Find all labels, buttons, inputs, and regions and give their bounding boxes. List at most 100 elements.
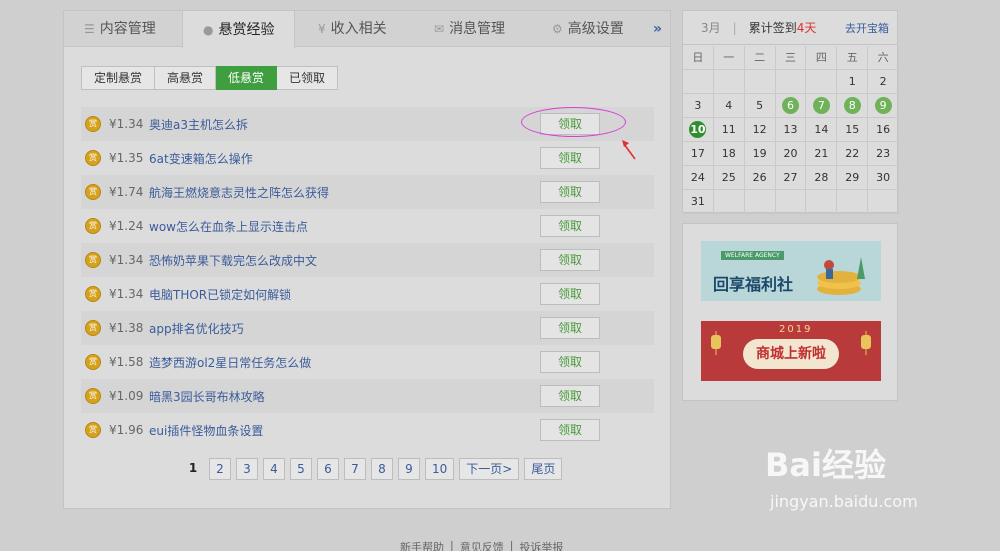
task-price: ¥1.58 — [109, 355, 144, 369]
claim-button[interactable]: 领取 — [540, 147, 600, 169]
calendar-day[interactable]: 3 — [683, 94, 714, 118]
calendar-week-row: 12 — [683, 70, 900, 94]
footer-divider: | — [509, 539, 514, 551]
calendar-day[interactable]: 4 — [713, 94, 745, 118]
page-3-button[interactable]: 3 — [236, 458, 258, 480]
calendar-day[interactable]: 2 — [868, 70, 900, 94]
more-tabs-button[interactable]: » — [653, 11, 662, 47]
task-row: 赏 ¥1.74 航海王燃烧意志灵性之阵怎么获得 领取 — [81, 175, 654, 209]
task-title-link[interactable]: 电脑THOR已锁定如何解锁 — [149, 286, 291, 303]
subtab-high-reward[interactable]: 高悬赏 — [155, 66, 217, 90]
reward-coin-icon: 赏 — [85, 218, 101, 234]
calendar-day — [683, 70, 714, 94]
tab-advanced-settings[interactable]: ⚙ 高级设置 — [552, 11, 624, 47]
signed-day-marker: 6 — [782, 97, 799, 114]
last-page-button[interactable]: 尾页 — [524, 458, 563, 480]
calendar-day[interactable]: 22 — [837, 142, 869, 166]
calendar-day — [806, 70, 838, 94]
claim-button[interactable]: 领取 — [540, 351, 600, 373]
calendar-day[interactable]: 20 — [775, 142, 807, 166]
task-title-link[interactable]: 造梦西游ol2星日常任务怎么做 — [149, 354, 311, 371]
task-title-link[interactable]: 航海王燃烧意志灵性之阵怎么获得 — [149, 184, 329, 201]
page-8-button[interactable]: 8 — [371, 458, 393, 480]
subtab-claimed[interactable]: 已领取 — [277, 66, 339, 90]
calendar-day[interactable]: 6 — [775, 94, 807, 118]
calendar-day[interactable]: 1 — [837, 70, 869, 94]
claim-button[interactable]: 领取 — [540, 419, 600, 441]
calendar-weekday-row: 日一二三四五六 — [683, 46, 900, 70]
page-10-button[interactable]: 10 — [425, 458, 455, 480]
task-title-link[interactable]: wow怎么在血条上显示连击点 — [149, 218, 308, 235]
calendar-day[interactable]: 29 — [837, 166, 869, 190]
calendar-day[interactable]: 25 — [713, 166, 745, 190]
gear-icon: ⚙ — [552, 22, 563, 36]
weekday-label: 日 — [683, 46, 714, 70]
calendar-day[interactable]: 28 — [806, 166, 838, 190]
page-6-button[interactable]: 6 — [317, 458, 339, 480]
tab-content-management[interactable]: ☰ 内容管理 — [84, 11, 156, 47]
mall-banner[interactable]: 2019 商城上新啦 — [701, 321, 881, 381]
subtab-low-reward[interactable]: 低悬赏 — [216, 66, 278, 90]
welfare-banner[interactable]: WELFARE AGENCY 回享福利社 — [701, 241, 881, 301]
claim-button[interactable]: 领取 — [540, 181, 600, 203]
signin-total-days: 4天 — [796, 21, 817, 35]
calendar-day[interactable]: 23 — [868, 142, 900, 166]
task-title-link[interactable]: 奥迪a3主机怎么拆 — [149, 116, 248, 133]
calendar-day[interactable]: 15 — [837, 118, 869, 142]
calendar-day[interactable]: 19 — [744, 142, 776, 166]
calendar-day[interactable]: 12 — [744, 118, 776, 142]
tab-reward-experience[interactable]: ● 悬赏经验 — [182, 11, 296, 48]
task-title-link[interactable]: eui插件怪物血条设置 — [149, 422, 263, 439]
claim-button[interactable]: 领取 — [540, 385, 600, 407]
calendar-day[interactable]: 9 — [868, 94, 900, 118]
page-9-button[interactable]: 9 — [398, 458, 420, 480]
sign-in-calendar: 3月 | 累计签到 4天 去开宝箱 日一二三四五六 1 2 3 4 5 6 7 8 9 10 11 12… — [682, 10, 900, 214]
weekday-label: 二 — [744, 46, 776, 70]
task-title-link[interactable]: 6at变速箱怎么操作 — [149, 150, 253, 167]
calendar-day[interactable]: 17 — [683, 142, 714, 166]
claim-button[interactable]: 领取 — [540, 317, 600, 339]
calendar-day[interactable]: 7 — [806, 94, 838, 118]
calendar-day[interactable]: 13 — [775, 118, 807, 142]
list-icon: ☰ — [84, 22, 95, 36]
task-title-link[interactable]: app排名优化技巧 — [149, 320, 244, 337]
page-4-button[interactable]: 4 — [263, 458, 285, 480]
subtab-custom-reward[interactable]: 定制悬赏 — [81, 66, 156, 90]
footer-link[interactable]: 意见反馈 — [460, 539, 504, 551]
task-price: ¥1.34 — [109, 117, 144, 131]
calendar-day[interactable]: 24 — [683, 166, 714, 190]
task-row: 赏 ¥1.24 wow怎么在血条上显示连击点 领取 — [81, 209, 654, 243]
calendar-day[interactable]: 26 — [744, 166, 776, 190]
calendar-day[interactable]: 8 — [837, 94, 869, 118]
tab-income[interactable]: ¥ 收入相关 — [318, 11, 387, 47]
calendar-day — [744, 190, 776, 214]
task-title-link[interactable]: 恐怖奶苹果下载完怎么改成中文 — [149, 252, 317, 269]
task-price: ¥1.34 — [109, 253, 144, 267]
claim-button[interactable]: 领取 — [540, 249, 600, 271]
reward-coin-icon: 赏 — [85, 184, 101, 200]
page-2-button[interactable]: 2 — [209, 458, 231, 480]
calendar-day[interactable]: 27 — [775, 166, 807, 190]
signed-day-marker: 9 — [874, 97, 892, 114]
claim-button[interactable]: 领取 — [540, 215, 600, 237]
page-7-button[interactable]: 7 — [344, 458, 366, 480]
yen-icon: ¥ — [318, 22, 326, 36]
next-page-button[interactable]: 下一页> — [459, 458, 520, 480]
page-5-button[interactable]: 5 — [290, 458, 312, 480]
calendar-day[interactable]: 21 — [806, 142, 838, 166]
footer-link[interactable]: 投诉举报 — [519, 539, 563, 551]
calendar-day[interactable]: 31 — [683, 190, 714, 214]
calendar-day[interactable]: 11 — [713, 118, 745, 142]
claim-button[interactable]: 领取 — [540, 283, 600, 305]
calendar-day[interactable]: 30 — [868, 166, 900, 190]
calendar-day[interactable]: 5 — [744, 94, 776, 118]
calendar-day[interactable]: 10 — [683, 118, 714, 142]
calendar-day[interactable]: 18 — [713, 142, 745, 166]
footer-link[interactable]: 新手帮助 — [400, 539, 444, 551]
calendar-day[interactable]: 14 — [806, 118, 838, 142]
task-title-link[interactable]: 暗黑3园长哥布林攻略 — [149, 388, 265, 405]
tab-messages[interactable]: ✉ 消息管理 — [434, 11, 505, 47]
open-treasure-link[interactable]: 去开宝箱 — [845, 20, 889, 36]
calendar-day[interactable]: 16 — [868, 118, 900, 142]
lantern-icon — [711, 331, 721, 355]
